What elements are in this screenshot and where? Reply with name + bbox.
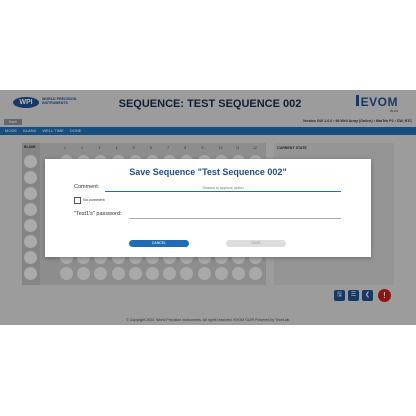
- cancel-button[interactable]: CANCEL: [129, 240, 189, 247]
- comment-input[interactable]: [105, 185, 341, 192]
- no-comment-label: No comment: [83, 197, 105, 202]
- save-sequence-dialog: Save Sequence "Test Sequence 002" Commen…: [45, 159, 371, 257]
- no-comment-checkbox[interactable]: [74, 197, 81, 204]
- password-label: "Test1's" password:: [74, 211, 122, 217]
- password-input[interactable]: [129, 212, 341, 219]
- comment-label: Comment:: [74, 184, 100, 190]
- save-button[interactable]: SAVE: [226, 240, 286, 247]
- dialog-title: Save Sequence "Test Sequence 002": [129, 167, 287, 177]
